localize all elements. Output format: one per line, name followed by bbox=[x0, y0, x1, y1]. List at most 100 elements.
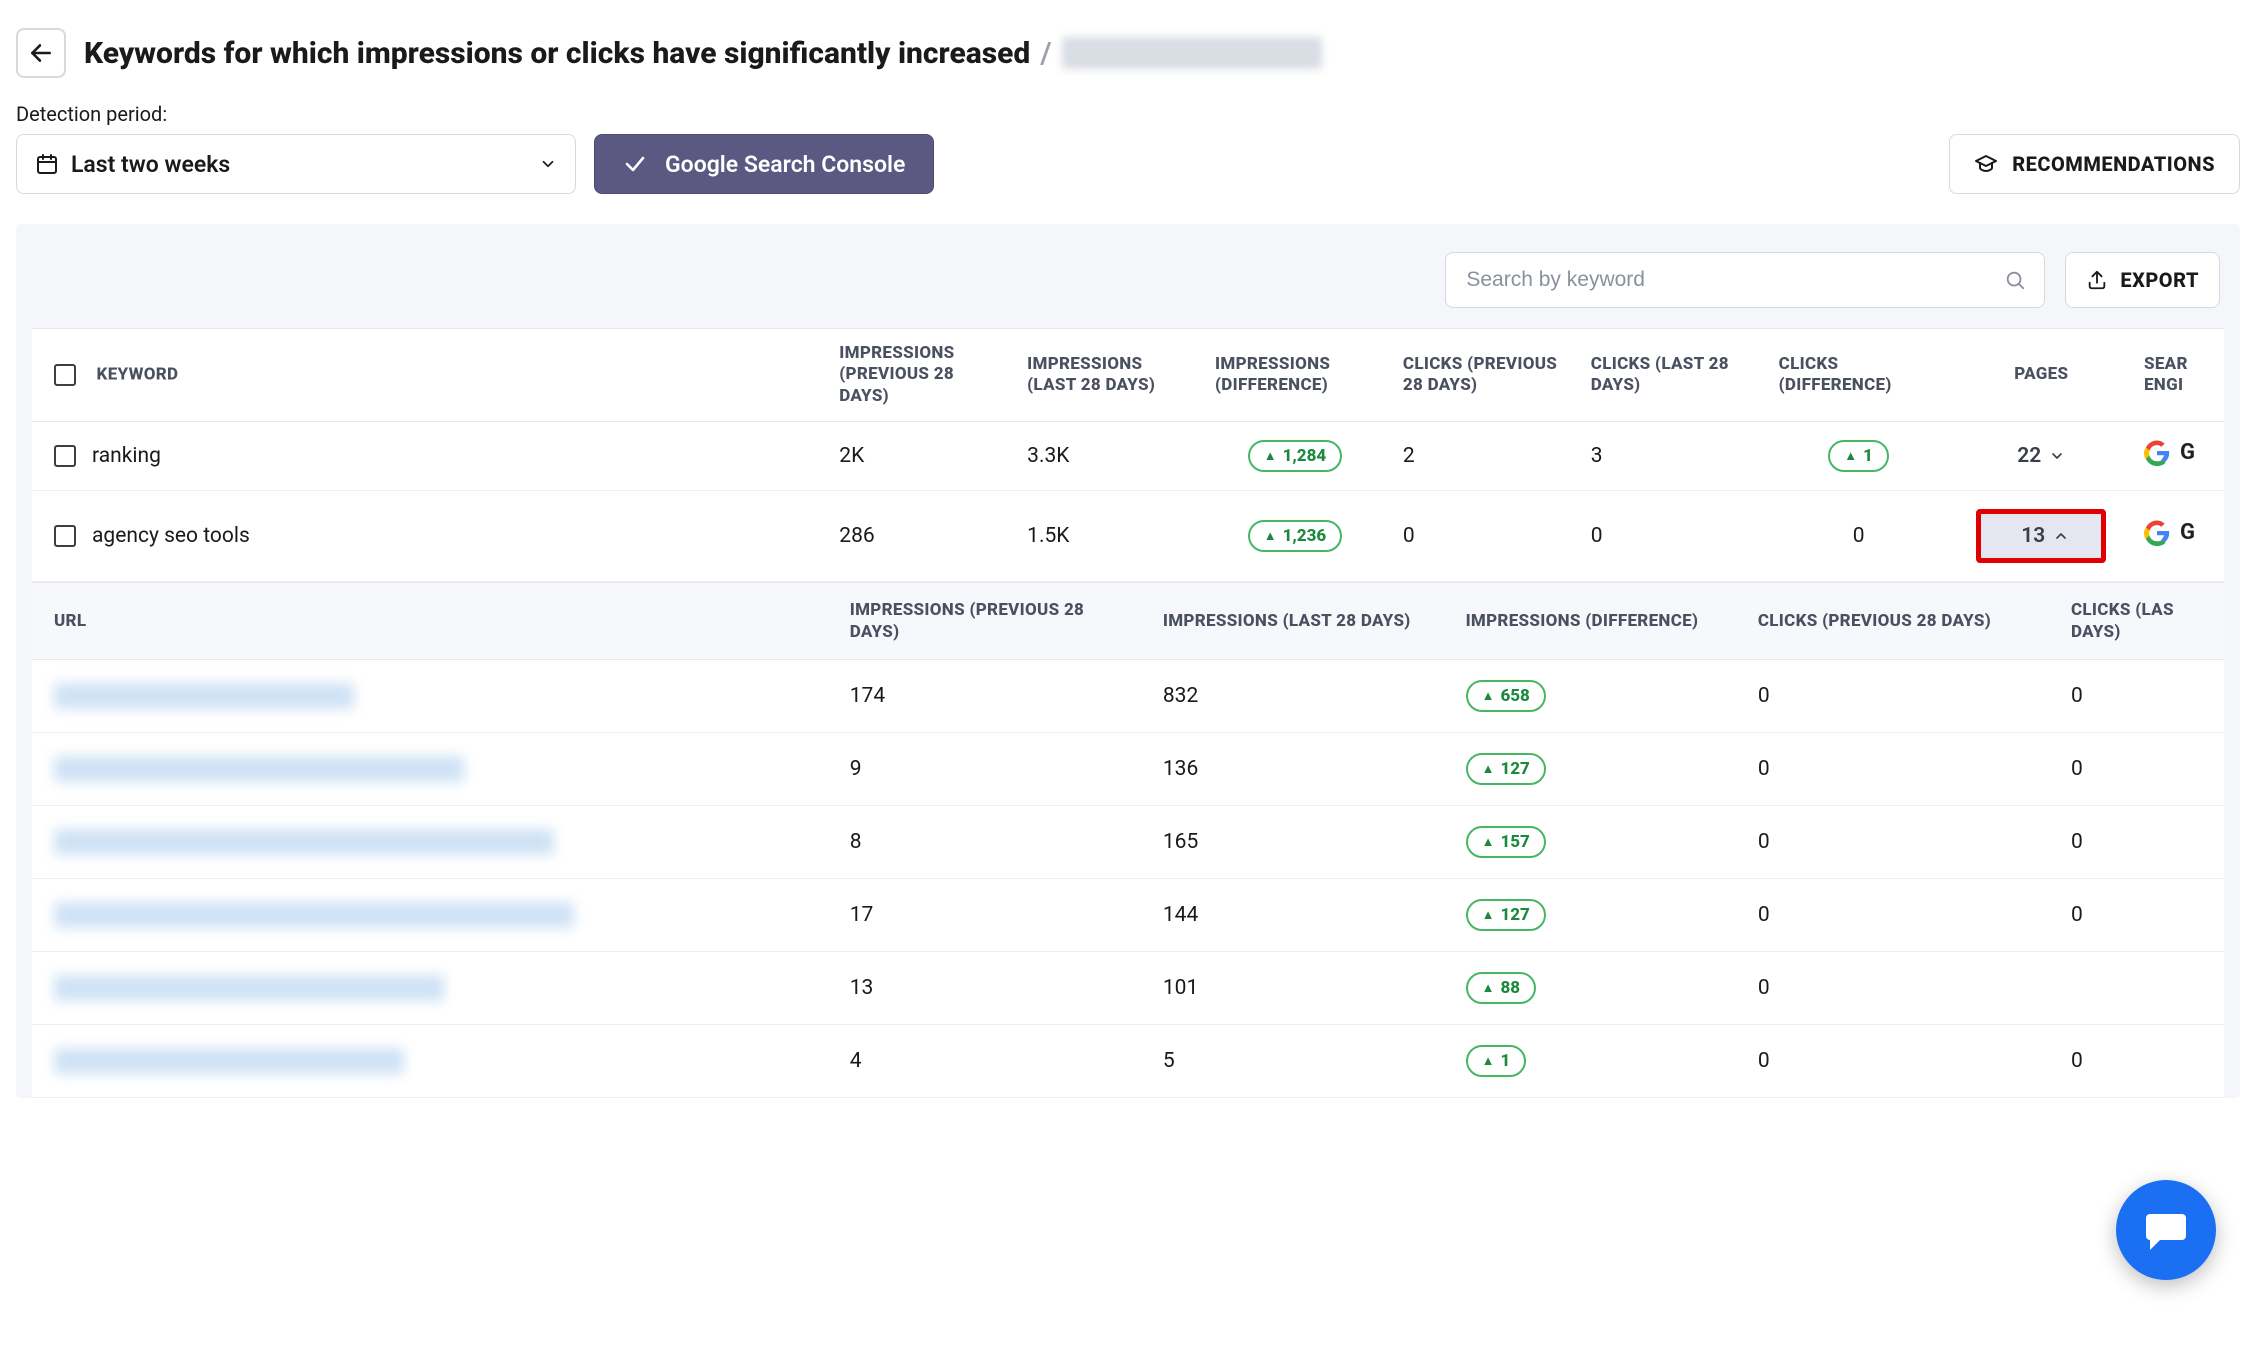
col-clk-last[interactable]: CLICKS (LAST 28 DAYS) bbox=[1577, 328, 1765, 422]
sub-imp-last: 136 bbox=[1149, 733, 1452, 806]
sub-imp-last: 165 bbox=[1149, 806, 1452, 879]
sub-clk-prev: 0 bbox=[1744, 1025, 2057, 1098]
sub-imp-diff-badge: ▲88 bbox=[1466, 972, 1536, 1004]
url-row: 13101▲880 bbox=[32, 952, 2224, 1025]
search-icon bbox=[2004, 269, 2026, 291]
gsc-label: Google Search Console bbox=[665, 151, 905, 178]
sub-imp-prev: 174 bbox=[836, 660, 1149, 733]
url-redacted[interactable] bbox=[54, 683, 354, 709]
table-row: ranking 2K3.3K ▲1,284 23 ▲1 22 G bbox=[32, 422, 2224, 491]
export-label: EXPORT bbox=[2120, 268, 2199, 292]
imp-last-cell: 3.3K bbox=[1013, 422, 1201, 491]
url-redacted[interactable] bbox=[54, 975, 444, 1001]
page-title: Keywords for which impressions or clicks… bbox=[84, 36, 1322, 71]
sub-clk-prev: 0 bbox=[1744, 660, 2057, 733]
back-button[interactable] bbox=[16, 28, 66, 78]
search-engine-cell: G bbox=[2144, 440, 2195, 466]
select-all-checkbox[interactable] bbox=[54, 364, 76, 386]
table-row: agency seo tools2861.5K▲1,23600013 G bbox=[32, 491, 2224, 582]
sub-imp-diff-badge: ▲1 bbox=[1466, 1045, 1527, 1077]
sub-clk-prev: 0 bbox=[1744, 733, 2057, 806]
recommendations-label: RECOMMENDATIONS bbox=[2012, 152, 2215, 176]
subcol-clk-last[interactable]: CLICKS (LASDAYS) bbox=[2057, 582, 2224, 660]
chevron-down-icon bbox=[539, 155, 557, 173]
sub-imp-prev: 17 bbox=[836, 879, 1149, 952]
col-clk-diff[interactable]: CLICKS (DIFFERENCE) bbox=[1765, 328, 1953, 422]
subcol-imp-last[interactable]: IMPRESSIONS (LAST 28 DAYS) bbox=[1149, 582, 1452, 660]
imp-last-cell: 1.5K bbox=[1013, 491, 1201, 582]
col-imp-last[interactable]: IMPRESSIONS (LAST 28 DAYS) bbox=[1013, 328, 1201, 422]
sub-imp-last: 5 bbox=[1149, 1025, 1452, 1098]
sub-clk-last: 0 bbox=[2057, 1025, 2224, 1098]
row-checkbox[interactable] bbox=[54, 445, 76, 467]
period-select[interactable]: Last two weeks bbox=[16, 134, 576, 194]
pages-toggle[interactable]: 13 bbox=[1976, 509, 2106, 563]
imp-diff-badge: ▲1,284 bbox=[1248, 440, 1342, 472]
sub-clk-prev: 0 bbox=[1744, 879, 2057, 952]
imp-diff-badge: ▲1,236 bbox=[1248, 520, 1342, 552]
sub-clk-last: 0 bbox=[2057, 879, 2224, 952]
export-button[interactable]: EXPORT bbox=[2065, 252, 2220, 308]
keyword-cell: ranking bbox=[92, 444, 161, 468]
calendar-icon bbox=[35, 152, 59, 176]
sub-imp-prev: 8 bbox=[836, 806, 1149, 879]
url-redacted[interactable] bbox=[54, 1048, 404, 1074]
subcol-imp-prev[interactable]: IMPRESSIONS (PREVIOUS 28 DAYS) bbox=[836, 582, 1149, 660]
col-imp-prev[interactable]: IMPRESSIONS (PREVIOUS 28 DAYS) bbox=[825, 328, 1013, 422]
url-redacted[interactable] bbox=[54, 756, 464, 782]
sub-imp-diff-badge: ▲658 bbox=[1466, 680, 1546, 712]
clicks-diff-badge: ▲1 bbox=[1828, 440, 1889, 472]
sub-clk-last: 0 bbox=[2057, 733, 2224, 806]
chat-fab[interactable] bbox=[2116, 1180, 2216, 1280]
period-value: Last two weeks bbox=[71, 151, 527, 178]
url-row: 9136▲12700 bbox=[32, 733, 2224, 806]
search-input-wrapper[interactable] bbox=[1445, 252, 2045, 308]
gsc-pill[interactable]: Google Search Console bbox=[594, 134, 934, 194]
chat-icon bbox=[2142, 1206, 2190, 1254]
sub-imp-prev: 4 bbox=[836, 1025, 1149, 1098]
url-redacted[interactable] bbox=[54, 829, 554, 855]
recommendations-button[interactable]: RECOMMENDATIONS bbox=[1949, 134, 2240, 194]
clk-prev-cell: 2 bbox=[1389, 422, 1577, 491]
sub-imp-prev: 13 bbox=[836, 952, 1149, 1025]
clicks-diff-value: 0 bbox=[1853, 524, 1865, 548]
sub-imp-diff-badge: ▲157 bbox=[1466, 826, 1546, 858]
sub-imp-last: 144 bbox=[1149, 879, 1452, 952]
url-row: 8165 ▲157 00 bbox=[32, 806, 2224, 879]
col-search-engine[interactable]: SEARENGI bbox=[2130, 328, 2224, 422]
sub-clk-last: 0 bbox=[2057, 806, 2224, 879]
url-row: 17144 ▲127 00 bbox=[32, 879, 2224, 952]
subcol-imp-diff[interactable]: IMPRESSIONS (DIFFERENCE) bbox=[1452, 582, 1744, 660]
check-icon bbox=[623, 152, 647, 176]
col-clk-prev[interactable]: CLICKS (PREVIOUS 28 DAYS) bbox=[1389, 328, 1577, 422]
clk-last-cell: 3 bbox=[1577, 422, 1765, 491]
imp-prev-cell: 2K bbox=[825, 422, 1013, 491]
col-keyword[interactable]: KEYWORD bbox=[32, 328, 825, 422]
imp-prev-cell: 286 bbox=[825, 491, 1013, 582]
sub-imp-diff-badge: ▲127 bbox=[1466, 753, 1546, 785]
search-input[interactable] bbox=[1464, 267, 1992, 293]
sub-clk-prev: 0 bbox=[1744, 952, 2057, 1025]
url-row: 174832▲65800 bbox=[32, 660, 2224, 733]
sub-clk-last bbox=[2057, 952, 2224, 1025]
url-row: 45 ▲1 00 bbox=[32, 1025, 2224, 1098]
clk-prev-cell: 0 bbox=[1389, 491, 1577, 582]
url-redacted[interactable] bbox=[54, 902, 574, 928]
row-checkbox[interactable] bbox=[54, 525, 76, 547]
pages-toggle[interactable]: 22 bbox=[2017, 444, 2065, 468]
detection-period-label: Detection period: bbox=[16, 102, 2240, 126]
col-imp-diff[interactable]: IMPRESSIONS (DIFFERENCE) bbox=[1201, 328, 1389, 422]
sub-clk-last: 0 bbox=[2057, 660, 2224, 733]
sub-clk-prev: 0 bbox=[1744, 806, 2057, 879]
search-engine-cell: G bbox=[2144, 520, 2195, 546]
export-icon bbox=[2086, 269, 2108, 291]
page-title-text: Keywords for which impressions or clicks… bbox=[84, 36, 1030, 71]
breadcrumb-slash: / bbox=[1040, 36, 1051, 71]
keywords-table: KEYWORD IMPRESSIONS (PREVIOUS 28 DAYS) I… bbox=[32, 328, 2224, 582]
mortarboard-icon bbox=[1974, 152, 1998, 176]
subcol-clk-prev[interactable]: CLICKS (PREVIOUS 28 DAYS) bbox=[1744, 582, 2057, 660]
subcol-url[interactable]: URL bbox=[32, 582, 836, 660]
sub-imp-diff-badge: ▲127 bbox=[1466, 899, 1546, 931]
col-pages[interactable]: PAGES bbox=[1953, 328, 2130, 422]
keyword-cell: agency seo tools bbox=[92, 524, 250, 548]
